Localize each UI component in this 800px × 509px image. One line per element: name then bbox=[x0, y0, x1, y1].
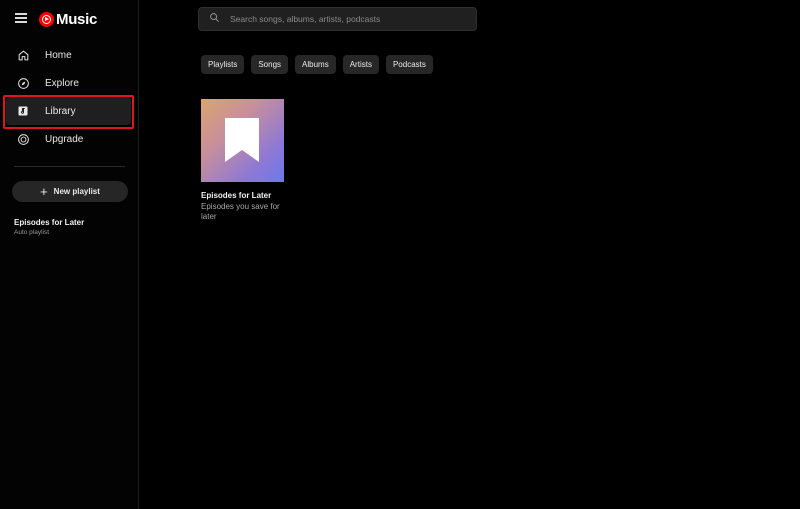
sidebar-playlist-item[interactable]: Episodes for Later Auto playlist bbox=[14, 218, 84, 236]
chip-albums[interactable]: Albums bbox=[295, 55, 336, 74]
new-playlist-label: New playlist bbox=[53, 187, 100, 196]
card-subtitle: Episodes you save for later bbox=[201, 202, 280, 221]
sidebar-divider bbox=[14, 166, 125, 167]
bookmark-icon bbox=[225, 118, 259, 162]
new-playlist-button[interactable]: + New playlist bbox=[12, 181, 128, 202]
filter-chips: Playlists Songs Albums Artists Podcasts bbox=[201, 55, 440, 74]
chip-playlists[interactable]: Playlists bbox=[201, 55, 245, 74]
home-icon bbox=[16, 48, 30, 62]
sidebar-header: Music bbox=[0, 0, 139, 38]
youtube-music-logo[interactable]: Music bbox=[39, 11, 97, 28]
sidebar-item-label: Home bbox=[45, 49, 72, 61]
library-icon bbox=[16, 104, 30, 118]
plus-icon: + bbox=[40, 184, 48, 199]
chip-podcasts[interactable]: Podcasts bbox=[385, 55, 433, 74]
card-title[interactable]: Episodes for Later bbox=[201, 191, 286, 200]
upgrade-icon bbox=[16, 132, 30, 146]
sidebar-item-label: Library bbox=[45, 105, 76, 117]
sidebar-item-label: Explore bbox=[45, 77, 79, 89]
search-input[interactable] bbox=[230, 14, 470, 24]
sidebar-item-explore[interactable]: Explore bbox=[6, 69, 131, 97]
search-icon bbox=[209, 10, 220, 28]
search-bar[interactable] bbox=[198, 7, 477, 31]
sidebar-item-home[interactable]: Home bbox=[6, 41, 131, 69]
chip-songs[interactable]: Songs bbox=[251, 55, 289, 74]
card-thumbnail[interactable] bbox=[201, 99, 284, 182]
play-logo-icon bbox=[39, 12, 54, 27]
chip-artists[interactable]: Artists bbox=[342, 55, 379, 74]
menu-icon[interactable] bbox=[15, 13, 27, 23]
playlist-title: Episodes for Later bbox=[14, 218, 85, 227]
sidebar-item-upgrade[interactable]: Upgrade bbox=[6, 125, 131, 153]
logo-text: Music bbox=[56, 11, 98, 28]
sidebar: Music Home Explore Library Upgrade + New… bbox=[0, 0, 139, 509]
sidebar-item-library[interactable]: Library bbox=[6, 97, 131, 125]
compass-icon bbox=[16, 76, 30, 90]
library-card[interactable]: Episodes for Later Episodes you save for… bbox=[201, 99, 286, 221]
playlist-subtitle: Auto playlist bbox=[14, 229, 50, 236]
sidebar-item-label: Upgrade bbox=[45, 133, 84, 145]
